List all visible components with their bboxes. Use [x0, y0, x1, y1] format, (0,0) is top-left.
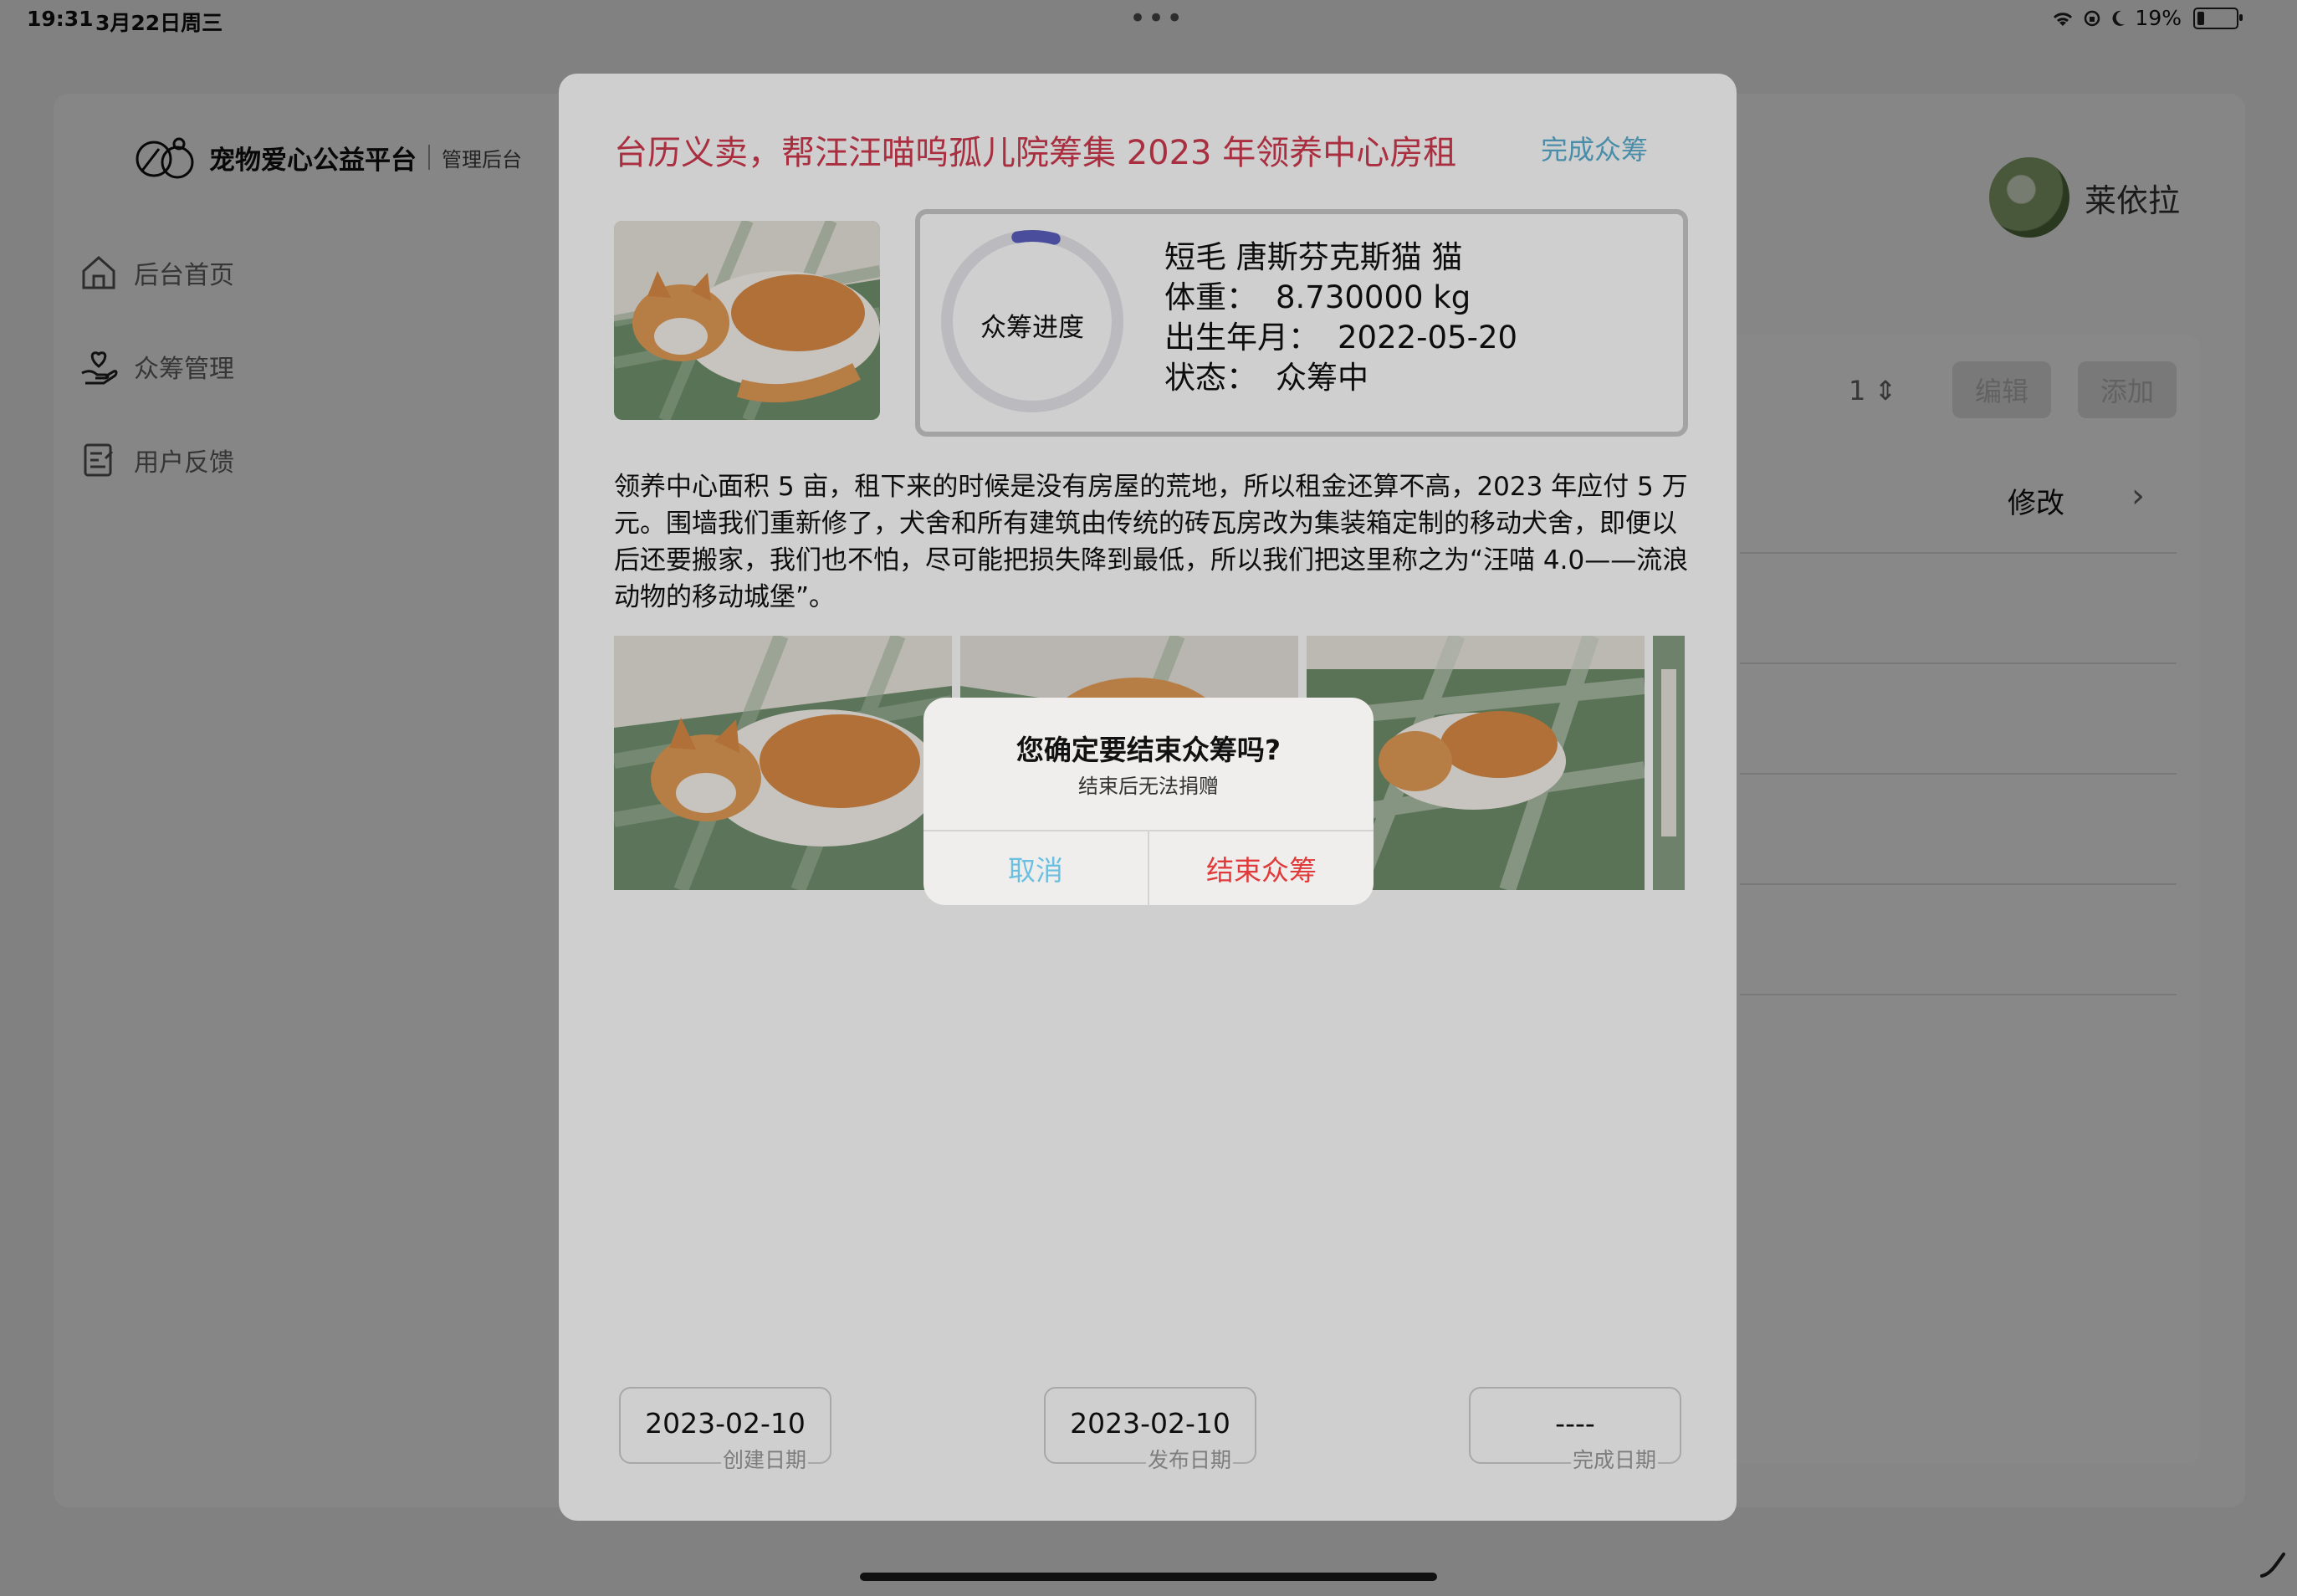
- end-crowdfunding-button[interactable]: 结束众筹: [1149, 831, 1374, 905]
- pencil-icon[interactable]: [2259, 1549, 2289, 1579]
- end-crowdfunding-alert: 您确定要结束众筹吗? 结束后无法捐赠 取消 结束众筹: [923, 698, 1374, 905]
- home-indicator[interactable]: [860, 1573, 1437, 1581]
- cancel-button[interactable]: 取消: [923, 831, 1148, 905]
- alert-message: 结束后无法捐赠: [1078, 775, 1219, 798]
- alert-title: 您确定要结束众筹吗?: [1015, 734, 1282, 766]
